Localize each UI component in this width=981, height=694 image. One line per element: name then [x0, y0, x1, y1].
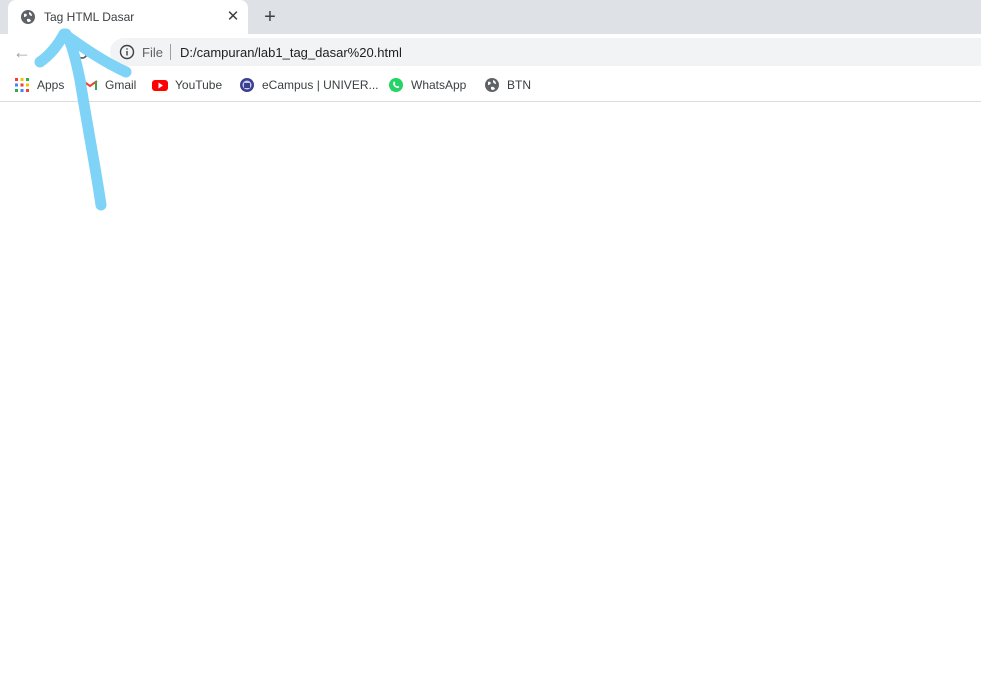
bookmark-label: Gmail: [105, 77, 137, 92]
bookmark-label: BTN: [507, 77, 531, 92]
page-content: [0, 103, 981, 694]
toolbar: ← File D:/campuran/lab1_tag_dasar%20.htm…: [0, 34, 981, 68]
scheme-label: File: [142, 45, 163, 60]
browser-window: Tag HTML Dasar ✕ + ← File D:/campuran/la…: [0, 0, 981, 694]
bookmark-gmail[interactable]: Gmail: [82, 75, 136, 93]
bookmark-label: eCampus | UNIVER...: [262, 77, 379, 92]
bookmark-label: WhatsApp: [411, 77, 467, 92]
whatsapp-icon: [389, 77, 403, 92]
tab-strip: Tag HTML Dasar ✕ +: [0, 0, 981, 34]
back-button[interactable]: ←: [10, 40, 34, 64]
bookmark-label: Apps: [37, 77, 65, 92]
address-bar[interactable]: File D:/campuran/lab1_tag_dasar%20.html: [110, 38, 981, 66]
reload-icon[interactable]: [74, 45, 90, 61]
ecampus-icon: [240, 77, 254, 92]
bookmark-whatsapp[interactable]: WhatsApp: [388, 75, 466, 93]
url-text[interactable]: D:/campuran/lab1_tag_dasar%20.html: [180, 45, 402, 60]
omnibox-divider: [170, 44, 171, 60]
bookmark-ecampus[interactable]: eCampus | UNIVER...: [239, 75, 378, 93]
globe-icon: [21, 10, 35, 24]
bookmarks-bar: Apps Gmail YouTube eCampus | UNIVER... W…: [0, 68, 981, 102]
globe-icon: [485, 77, 499, 92]
tab-active[interactable]: Tag HTML Dasar ✕: [8, 0, 248, 34]
bookmark-label: YouTube: [175, 77, 223, 92]
youtube-icon: [152, 79, 168, 91]
bookmark-apps[interactable]: Apps: [14, 75, 64, 93]
close-icon[interactable]: ✕: [224, 8, 242, 26]
new-tab-button[interactable]: +: [258, 6, 282, 28]
bookmark-btn[interactable]: BTN: [484, 75, 531, 93]
tab-title: Tag HTML Dasar: [44, 10, 135, 24]
gmail-icon: [82, 79, 98, 90]
info-icon[interactable]: [119, 44, 135, 60]
bookmark-youtube[interactable]: YouTube: [152, 75, 222, 93]
apps-grid-icon: [15, 77, 29, 92]
